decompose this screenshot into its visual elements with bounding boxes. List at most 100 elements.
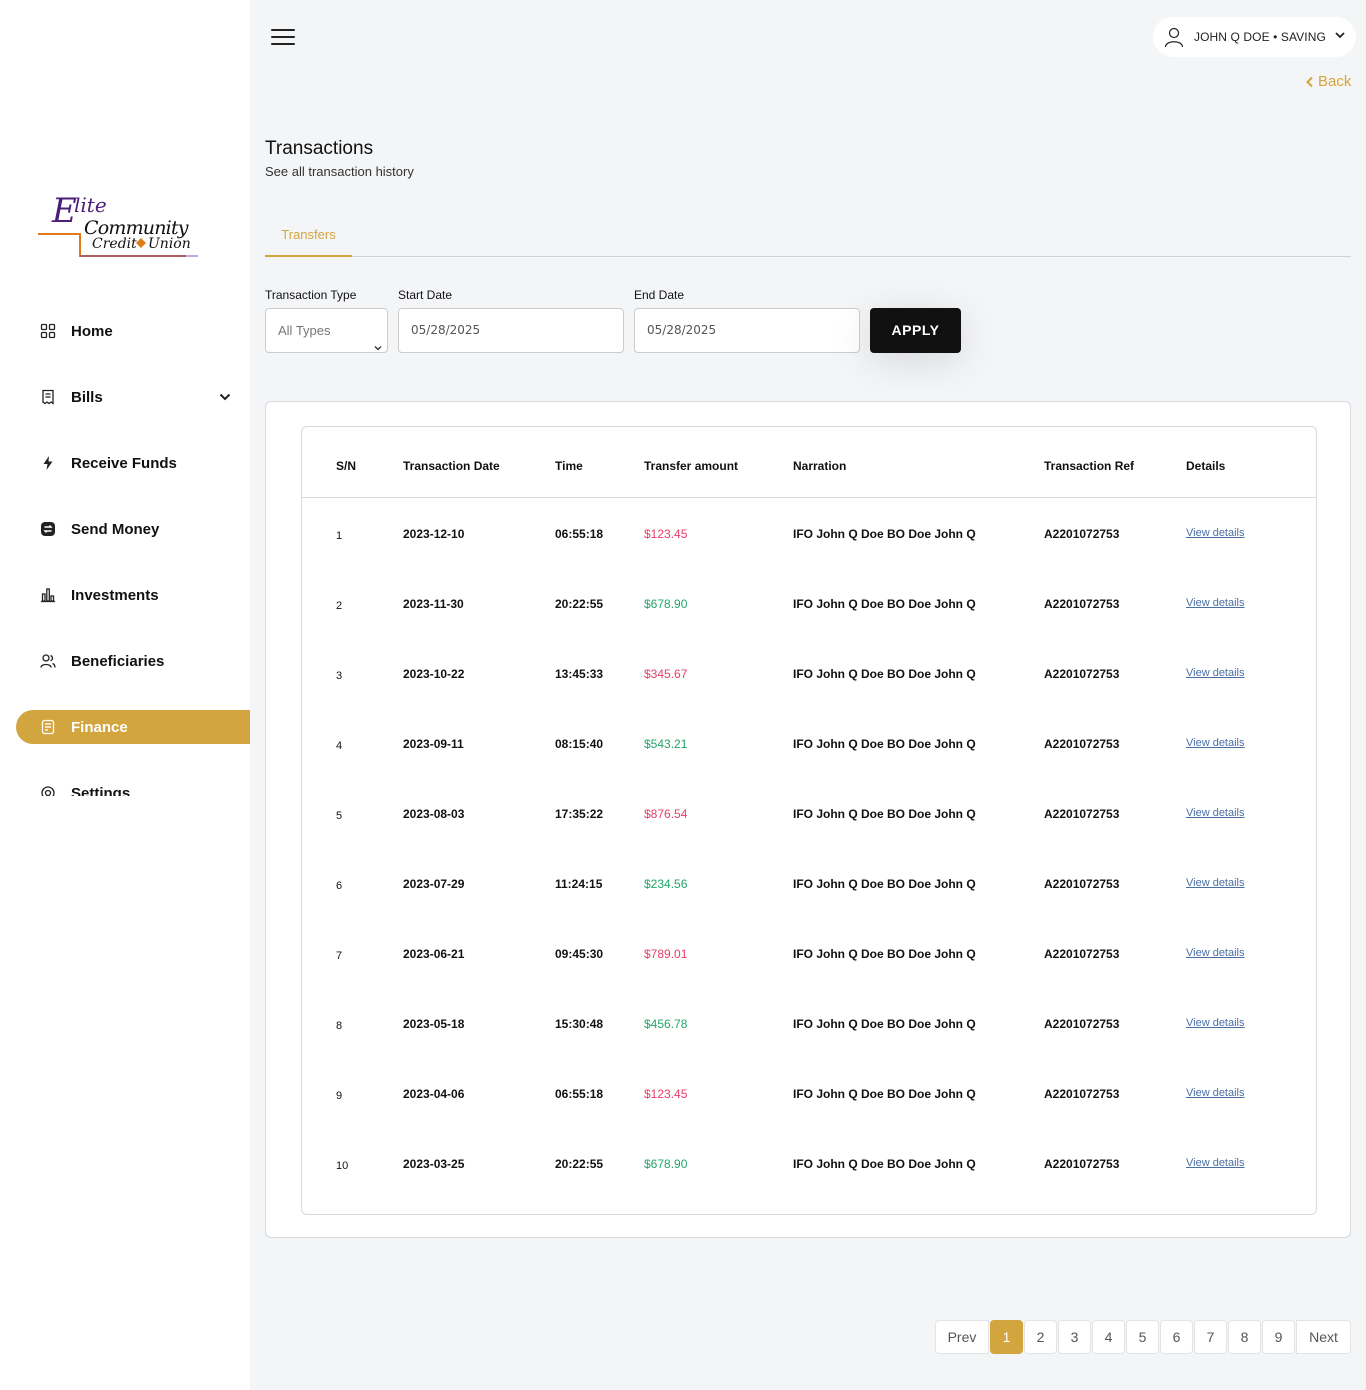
- transactions-table: S/N Transaction Date Time Transfer amoun…: [301, 426, 1317, 1215]
- column-header-time: Time: [555, 459, 583, 473]
- cell-narration: IFO John Q Doe BO Doe John Q: [793, 877, 976, 891]
- view-details-link[interactable]: View details: [1186, 947, 1245, 959]
- sidebar-item-send-money[interactable]: Send Money: [16, 512, 250, 546]
- back-link[interactable]: Back: [1305, 73, 1351, 90]
- cell-ref: A2201072753: [1044, 667, 1120, 681]
- user-icon: [1163, 26, 1185, 48]
- page-button-2[interactable]: 2: [1024, 1320, 1057, 1354]
- home-grid-icon: [40, 323, 56, 339]
- view-details-link[interactable]: View details: [1186, 807, 1245, 819]
- sidebar-item-settings[interactable]: Settings: [16, 776, 250, 796]
- sidebar-item-investments[interactable]: Investments: [16, 578, 250, 612]
- view-details-link[interactable]: View details: [1186, 1017, 1245, 1029]
- document-icon: [40, 719, 56, 735]
- cell-date: 2023-08-03: [403, 807, 465, 821]
- view-details-link[interactable]: View details: [1186, 1087, 1245, 1099]
- table-row: 6 2023-07-29 11:24:15 $234.56 IFO John Q Doe…: [302, 874, 1316, 944]
- cell-date: 2023-07-29: [403, 877, 465, 891]
- cell-sn: 9: [336, 1090, 343, 1102]
- cell-amount: $123.45: [644, 527, 688, 541]
- cell-date: 2023-10-22: [403, 667, 465, 681]
- tab-bar: Transfers: [265, 218, 1351, 257]
- svg-text:Credit: Credit: [92, 236, 137, 252]
- column-header-sn: S/N: [336, 459, 357, 473]
- start-date-field[interactable]: 05/28/2025: [398, 308, 624, 353]
- sidebar-item-home[interactable]: Home: [16, 314, 250, 348]
- table-row: 10 2023-03-25 20:22:55 $678.90 IFO John Q Do…: [302, 1154, 1316, 1214]
- cell-sn: 7: [336, 950, 343, 962]
- cell-narration: IFO John Q Doe BO Doe John Q: [793, 947, 976, 961]
- cell-narration: IFO John Q Doe BO Doe John Q: [793, 527, 976, 541]
- lightning-icon: [40, 455, 56, 471]
- users-icon: [40, 653, 56, 669]
- prev-page-button[interactable]: Prev: [935, 1320, 989, 1354]
- cell-amount: $543.21: [644, 737, 688, 751]
- cell-ref: A2201072753: [1044, 1087, 1120, 1101]
- cell-time: 20:22:55: [555, 1157, 604, 1171]
- table-row: 3 2023-10-22 13:45:33 $345.67 IFO John Q Doe…: [302, 664, 1316, 734]
- table-row: 1 2023-12-10 06:55:18 $123.45 IFO John Q Doe…: [302, 524, 1316, 594]
- column-header-ref: Transaction Ref: [1044, 459, 1135, 473]
- chevron-down-icon[interactable]: [218, 390, 232, 409]
- cell-ref: A2201072753: [1044, 807, 1120, 821]
- view-details-link[interactable]: View details: [1186, 1157, 1245, 1169]
- credit-union-logo[interactable]: E lite Community Credit Union: [36, 184, 202, 262]
- cell-narration: IFO John Q Doe BO Doe John Q: [793, 597, 976, 611]
- page-button-1[interactable]: 1: [990, 1320, 1023, 1354]
- page-button-3[interactable]: 3: [1058, 1320, 1091, 1354]
- transaction-type-select[interactable]: All Types: [265, 308, 388, 353]
- page-button-7[interactable]: 7: [1194, 1320, 1227, 1354]
- chevron-down-icon: [1334, 28, 1346, 46]
- cell-time: 08:15:40: [555, 737, 604, 751]
- sidebar-item-finance[interactable]: Finance: [16, 710, 250, 744]
- page-button-9[interactable]: 9: [1262, 1320, 1295, 1354]
- view-details-link[interactable]: View details: [1186, 877, 1245, 889]
- sidebar-item-label: Home: [71, 322, 113, 340]
- bar-chart-icon: [40, 587, 56, 603]
- cell-time: 06:55:18: [555, 1087, 604, 1101]
- column-header-details: Details: [1186, 459, 1226, 473]
- view-details-link[interactable]: View details: [1186, 667, 1245, 679]
- cell-sn: 1: [336, 530, 343, 542]
- column-header-date: Transaction Date: [403, 459, 500, 473]
- page-button-6[interactable]: 6: [1160, 1320, 1193, 1354]
- svg-text:lite: lite: [74, 193, 107, 217]
- cell-time: 06:55:18: [555, 527, 604, 541]
- sidebar-item-beneficiaries[interactable]: Beneficiaries: [16, 644, 250, 678]
- cell-time: 20:22:55: [555, 597, 604, 611]
- start-date-label: Start Date: [398, 288, 453, 302]
- hamburger-menu-icon[interactable]: [271, 29, 295, 45]
- cell-sn: 6: [336, 880, 343, 892]
- cell-narration: IFO John Q Doe BO Doe John Q: [793, 667, 976, 681]
- sidebar-item-receive-funds[interactable]: Receive Funds: [16, 446, 250, 480]
- view-details-link[interactable]: View details: [1186, 597, 1245, 609]
- next-page-button[interactable]: Next: [1296, 1320, 1351, 1354]
- account-switcher[interactable]: JOHN Q DOE • SAVING: [1153, 17, 1356, 57]
- cell-amount: $789.01: [644, 947, 688, 961]
- cell-sn: 2: [336, 600, 343, 612]
- cell-sn: 10: [336, 1160, 349, 1172]
- chevron-left-icon: [1306, 76, 1313, 87]
- cell-time: 09:45:30: [555, 947, 604, 961]
- sidebar-item-bills[interactable]: Bills: [16, 380, 250, 414]
- page-button-4[interactable]: 4: [1092, 1320, 1125, 1354]
- apply-button[interactable]: APPLY: [870, 308, 961, 353]
- view-details-link[interactable]: View details: [1186, 737, 1245, 749]
- sidebar-item-label: Investments: [71, 586, 159, 604]
- cell-date: 2023-06-21: [403, 947, 465, 961]
- cell-sn: 4: [336, 740, 343, 752]
- page-button-8[interactable]: 8: [1228, 1320, 1261, 1354]
- cell-time: 11:24:15: [555, 877, 603, 891]
- view-details-link[interactable]: View details: [1186, 527, 1245, 539]
- page-numbers: 123456789: [989, 1320, 1295, 1354]
- cell-amount: $678.90: [644, 1157, 688, 1171]
- end-date-field[interactable]: 05/28/2025: [634, 308, 860, 353]
- cell-narration: IFO John Q Doe BO Doe John Q: [793, 1017, 976, 1031]
- chevron-down-icon: [373, 327, 383, 370]
- page-subtitle: See all transaction history: [265, 164, 414, 179]
- table-header: S/N Transaction Date Time Transfer amoun…: [302, 427, 1316, 498]
- tab-transfers[interactable]: Transfers: [265, 218, 352, 257]
- table-row: 7 2023-06-21 09:45:30 $789.01 IFO John Q Doe…: [302, 944, 1316, 1014]
- cell-ref: A2201072753: [1044, 1157, 1120, 1171]
- page-button-5[interactable]: 5: [1126, 1320, 1159, 1354]
